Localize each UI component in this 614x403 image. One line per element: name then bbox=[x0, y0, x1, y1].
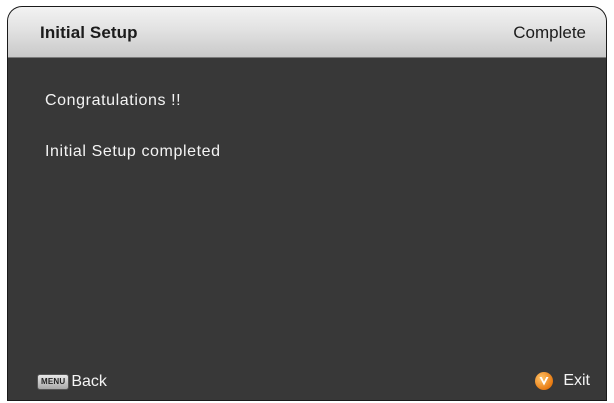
title-bar: Initial Setup Complete bbox=[8, 7, 606, 58]
back-button[interactable]: MENU Back bbox=[37, 373, 107, 391]
exit-button[interactable]: Exit bbox=[535, 372, 590, 390]
setup-window: Initial Setup Complete Congratulations !… bbox=[8, 7, 606, 400]
congratulations-message: Congratulations !! bbox=[45, 92, 182, 109]
footer-bar: MENU Back Exit bbox=[8, 348, 606, 400]
vizio-v-icon bbox=[535, 372, 554, 390]
menu-key-icon: MENU bbox=[37, 374, 70, 390]
exit-label: Exit bbox=[563, 372, 590, 389]
setup-completed-message: Initial Setup completed bbox=[45, 143, 221, 160]
content-area: Congratulations !! Initial Setup complet… bbox=[8, 58, 606, 348]
page-title: Initial Setup bbox=[40, 23, 138, 42]
setup-status: Complete bbox=[513, 23, 586, 42]
back-label: Back bbox=[71, 373, 107, 390]
